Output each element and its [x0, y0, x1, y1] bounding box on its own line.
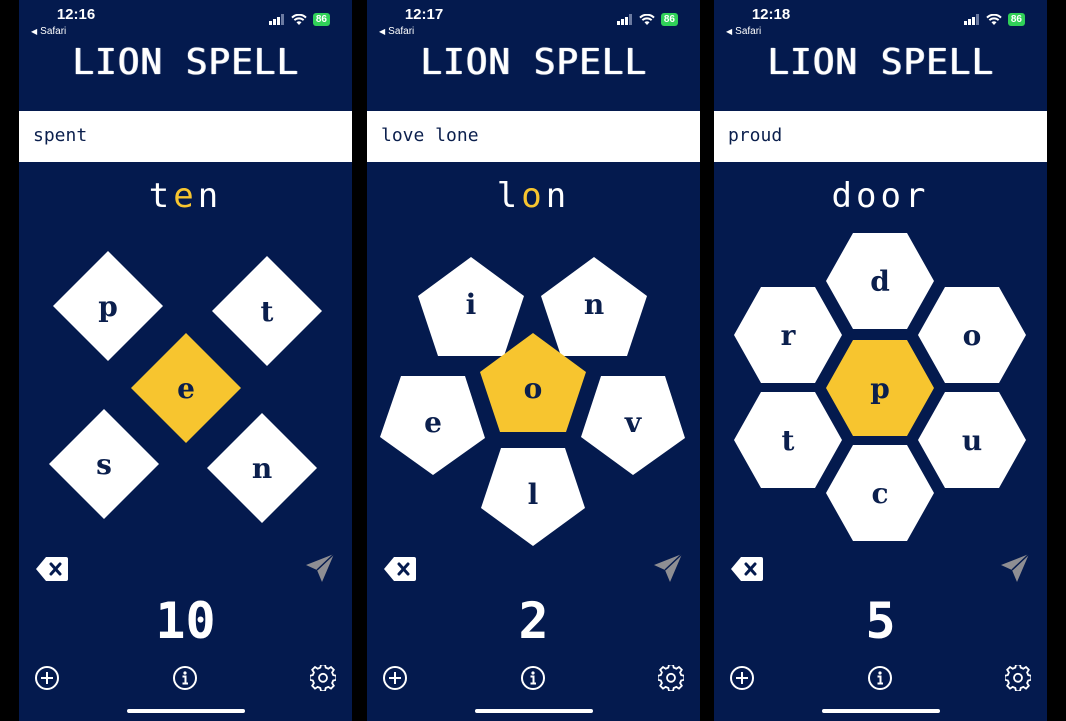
letter-tile-outer-1[interactable]: p	[53, 251, 163, 361]
info-circle-icon	[173, 666, 197, 690]
plus-circle-icon	[383, 666, 407, 690]
tile-letter: p	[98, 290, 118, 323]
settings-button[interactable]	[310, 665, 336, 691]
letter-tile-outer-3[interactable]: o	[918, 287, 1026, 383]
home-indicator	[127, 709, 245, 713]
letter-tile-outer-4[interactable]: t	[734, 392, 842, 488]
info-button[interactable]	[867, 665, 893, 691]
plus-circle-icon	[35, 666, 59, 690]
letter-tile-outer-2[interactable]: n	[541, 257, 647, 356]
letter-tile-outer-5[interactable]: u	[918, 392, 1026, 488]
letter-tile-outer-2[interactable]: r	[734, 287, 842, 383]
letter-tile-outer-1[interactable]: i	[418, 257, 524, 356]
tile-letter: p	[870, 372, 890, 405]
tile-letter: o	[963, 319, 982, 352]
backspace-icon	[36, 557, 68, 581]
tile-letter: s	[96, 448, 112, 481]
tile-letter: u	[962, 424, 982, 457]
gear-icon	[310, 665, 336, 691]
tile-letter: o	[524, 372, 543, 405]
gear-icon	[658, 665, 684, 691]
score: 5	[865, 592, 896, 650]
home-indicator	[475, 709, 593, 713]
letter-tile-outer-5[interactable]: l	[481, 448, 585, 546]
delete-button[interactable]	[384, 556, 416, 582]
phone-screen-3: 12:18 ◀ Safari 86 LION SPELL proud door d…	[714, 0, 1047, 721]
tile-letter: n	[252, 452, 272, 485]
settings-button[interactable]	[1005, 665, 1031, 691]
tile-letter: l	[528, 478, 539, 511]
tile-letter: d	[870, 265, 890, 298]
letter-tile-outer-3[interactable]: s	[49, 409, 159, 519]
tile-letter: e	[424, 406, 442, 439]
submit-button[interactable]	[653, 553, 683, 583]
phone-screen-2: 12:17 ◀ Safari 86 LION SPELL love lone lo…	[367, 0, 700, 721]
letter-tile-outer-4[interactable]: n	[207, 413, 317, 523]
paper-plane-icon	[654, 553, 683, 582]
tile-letter: e	[177, 372, 195, 405]
tile-letter: n	[584, 288, 604, 321]
settings-button[interactable]	[658, 665, 684, 691]
letter-tile-outer-6[interactable]: c	[826, 445, 934, 541]
letter-tile-center[interactable]: p	[826, 340, 934, 436]
info-circle-icon	[521, 666, 545, 690]
phone-screen-1: 12:16 ◀ Safari 86 LION SPELL spent ten p …	[19, 0, 352, 721]
letter-tile-outer-4[interactable]: v	[581, 376, 685, 475]
score: 10	[155, 592, 216, 650]
letter-tile-outer-3[interactable]: e	[380, 376, 485, 475]
submit-button[interactable]	[305, 553, 335, 583]
backspace-icon	[384, 557, 416, 581]
info-button[interactable]	[172, 665, 198, 691]
tile-letter: t	[261, 295, 274, 328]
tile-letter: c	[871, 477, 888, 510]
tile-letter: i	[466, 288, 477, 321]
tile-letter: r	[781, 319, 797, 352]
score: 2	[518, 592, 549, 650]
letter-tile-center[interactable]: e	[131, 333, 241, 443]
new-game-button[interactable]	[729, 665, 755, 691]
new-game-button[interactable]	[34, 665, 60, 691]
paper-plane-icon	[1001, 553, 1030, 582]
delete-button[interactable]	[36, 556, 68, 582]
delete-button[interactable]	[731, 556, 763, 582]
submit-button[interactable]	[1000, 553, 1030, 583]
paper-plane-icon	[306, 553, 335, 582]
letter-tile-outer-1[interactable]: d	[826, 233, 934, 329]
backspace-icon	[731, 557, 763, 581]
gear-icon	[1005, 665, 1031, 691]
plus-circle-icon	[730, 666, 754, 690]
info-circle-icon	[868, 666, 892, 690]
new-game-button[interactable]	[382, 665, 408, 691]
letter-tile-outer-2[interactable]: t	[212, 256, 322, 366]
tile-letter: v	[624, 406, 642, 439]
info-button[interactable]	[520, 665, 546, 691]
tile-letter: t	[782, 424, 795, 457]
home-indicator	[822, 709, 940, 713]
